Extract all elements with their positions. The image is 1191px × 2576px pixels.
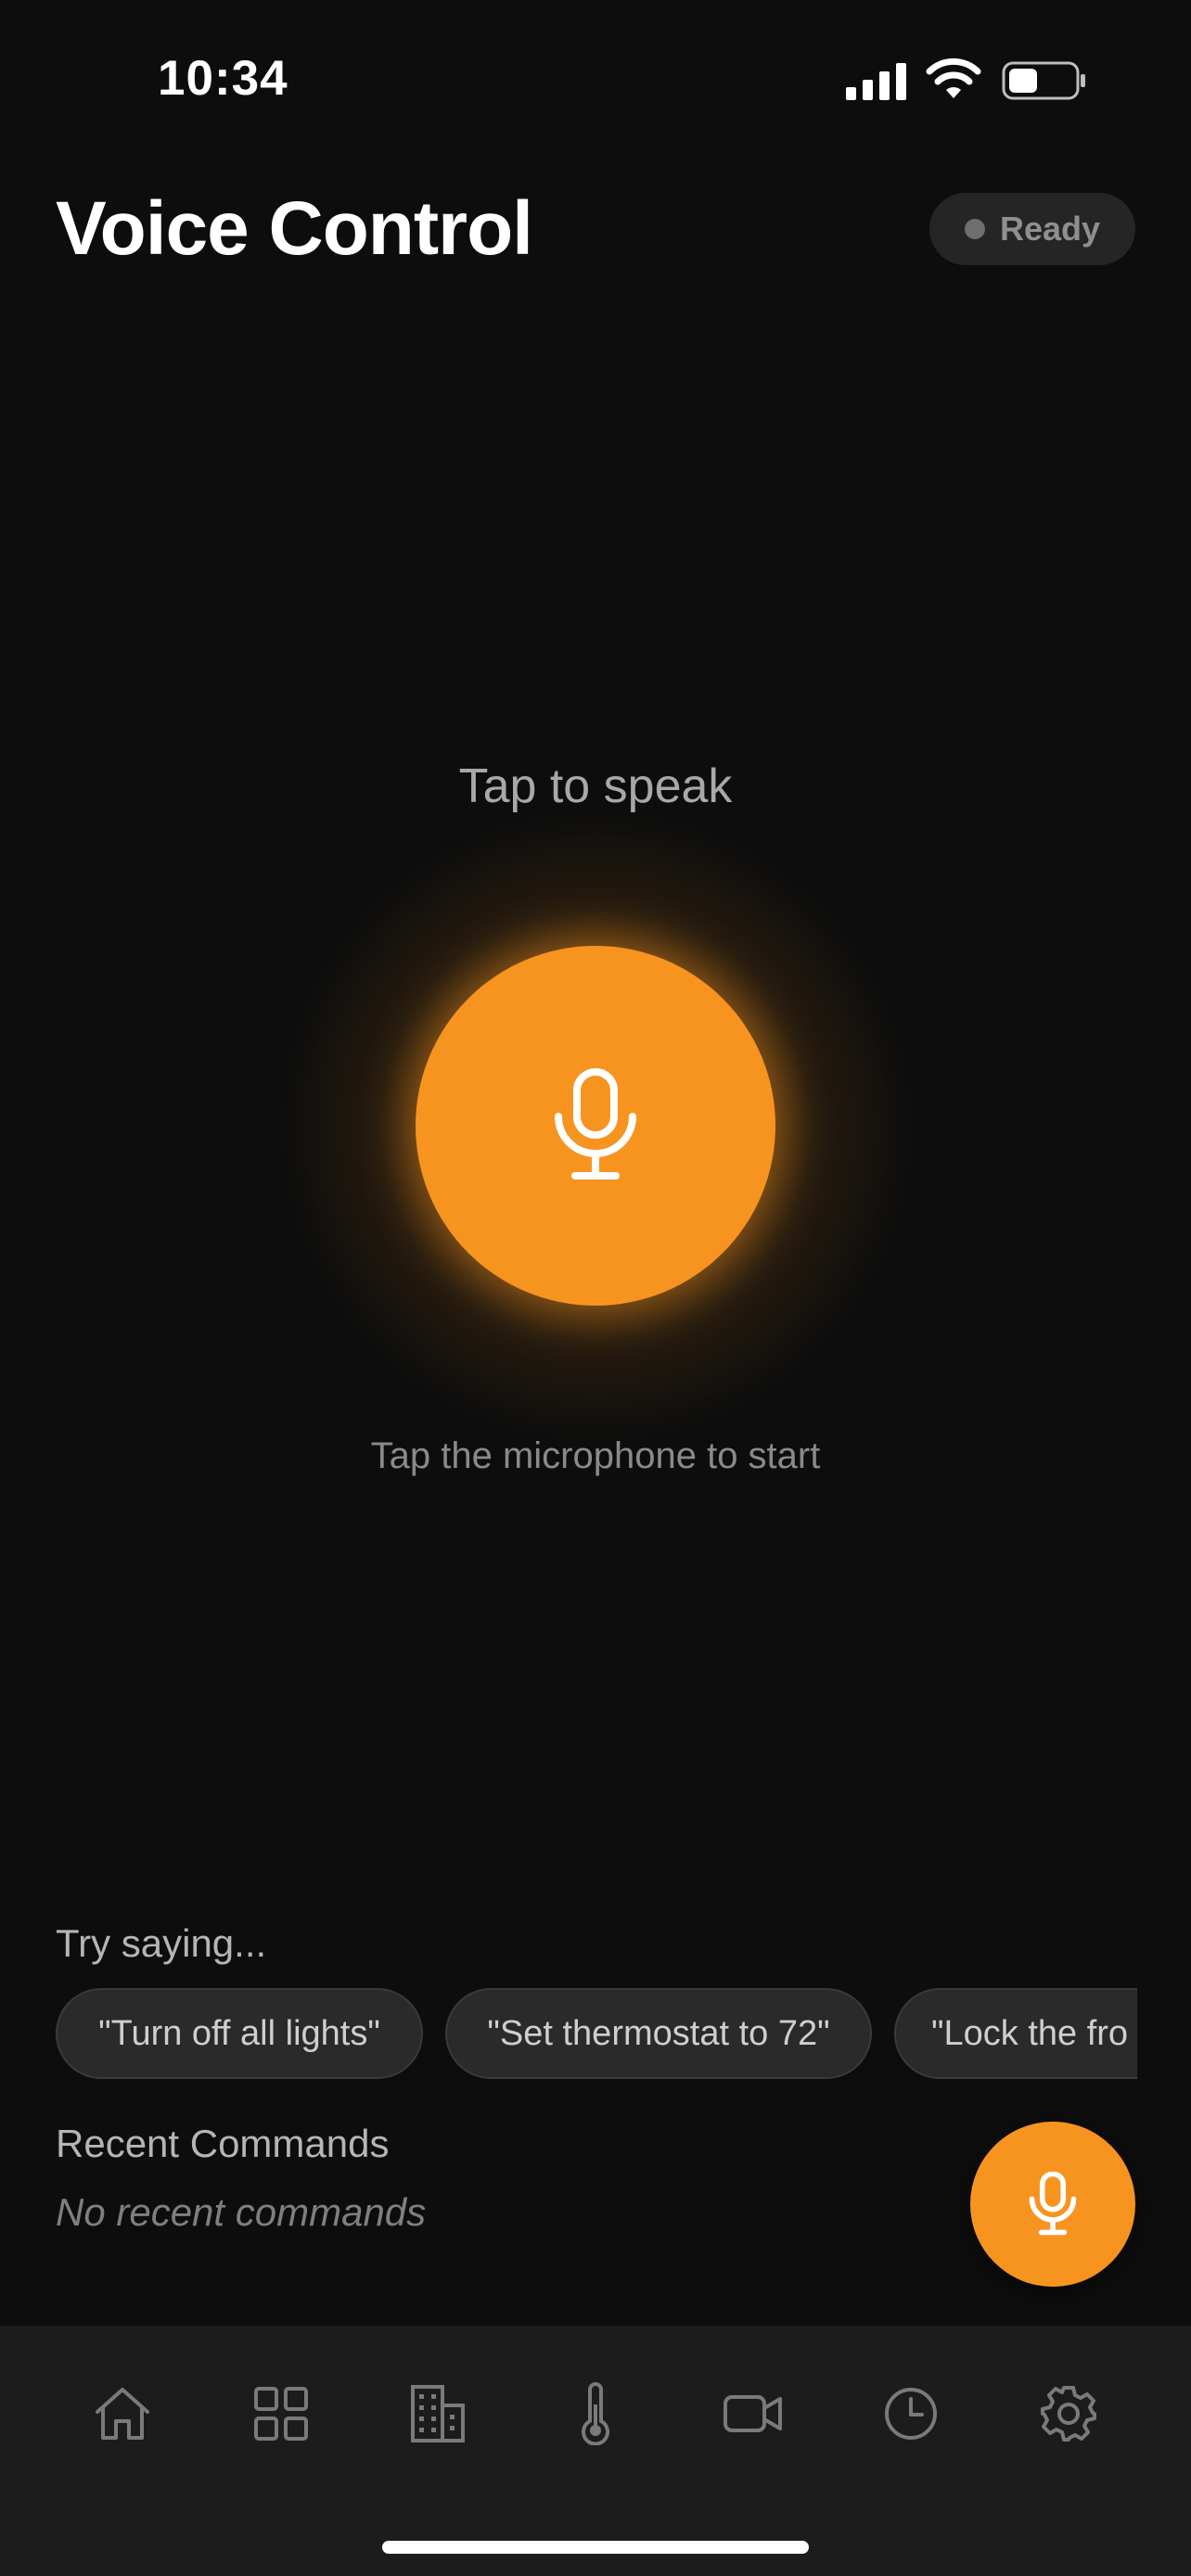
building-icon <box>411 2385 465 2442</box>
camera-icon <box>724 2395 782 2432</box>
status-dot <box>964 219 985 239</box>
tab-history[interactable] <box>869 2372 953 2455</box>
gear-icon <box>1041 2386 1096 2442</box>
wifi-icon <box>926 57 981 98</box>
suggestion-chip-thermostat[interactable]: "Set thermostat to 72" <box>445 1988 872 2079</box>
start-hint: Tap the microphone to start <box>370 1435 821 1476</box>
recent-commands-title: Recent Commands <box>56 2122 390 2165</box>
tab-bar <box>0 2326 1191 2576</box>
tab-climate[interactable] <box>554 2372 637 2455</box>
grid-icon <box>254 2387 308 2441</box>
battery-icon <box>1002 61 1085 100</box>
tab-rooms[interactable] <box>396 2372 480 2455</box>
status-label: Ready <box>999 210 1101 248</box>
status-time: 10:34 <box>158 51 288 106</box>
tap-to-speak-heading: Tap to speak <box>458 759 733 813</box>
home-indicator[interactable] <box>382 2541 809 2554</box>
suggestion-chip-lights[interactable]: "Turn off all lights" <box>56 1988 423 2079</box>
tab-settings[interactable] <box>1027 2372 1110 2455</box>
microphone-icon <box>1029 2172 1077 2236</box>
microphone-icon <box>555 1068 636 1180</box>
thermometer-icon <box>582 2382 609 2445</box>
tab-home[interactable] <box>81 2372 164 2455</box>
tab-cameras[interactable] <box>711 2372 795 2455</box>
suggestion-chips: "Turn off all lights" "Set thermostat to… <box>56 1988 1137 2079</box>
tab-devices[interactable] <box>239 2372 323 2455</box>
recent-commands-empty: No recent commands <box>56 2190 427 2234</box>
suggestions-label: Try saying... <box>56 1921 267 1965</box>
status-badge: Ready <box>929 193 1135 265</box>
microphone-button[interactable] <box>416 946 775 1306</box>
status-bar: 10:34 <box>0 0 1191 158</box>
suggestion-chip-lock[interactable]: "Lock the fro <box>894 1988 1137 2079</box>
home-icon <box>96 2388 149 2440</box>
cellular-signal-icon <box>846 63 906 100</box>
clock-icon <box>885 2388 937 2440</box>
voice-control-screen: 10:34 Voice Control Ready Tap to speak T… <box>0 0 1191 2576</box>
page-title: Voice Control <box>56 186 533 271</box>
floating-mic-button[interactable] <box>970 2122 1135 2287</box>
